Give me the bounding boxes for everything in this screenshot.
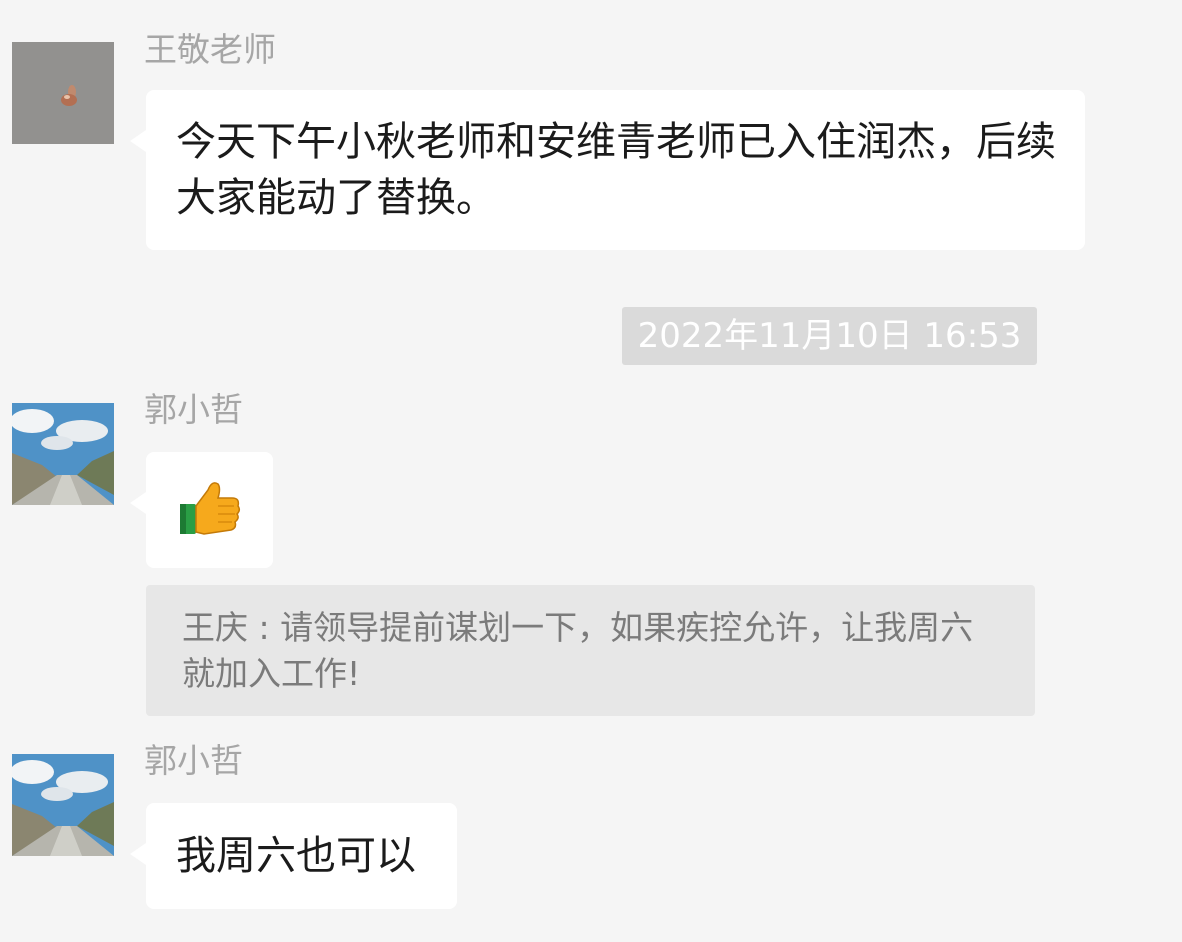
message-bubble[interactable] <box>130 452 273 568</box>
avatar[interactable] <box>12 403 114 505</box>
message-bubble[interactable]: 我周六也可以 <box>130 803 457 909</box>
thumbs-up-icon <box>180 482 241 535</box>
road-landscape-avatar-icon <box>12 754 114 856</box>
sender-name: 郭小哲 <box>144 741 243 780</box>
sender-name: 王敬老师 <box>144 30 276 69</box>
quote-text: 王庆 : 请领导提前谋划一下，如果疾控允许，让我周六就加入工作! <box>182 608 974 693</box>
message-text: 今天下午小秋老师和安维青老师已入住润杰，后续大家能动了替换。 <box>176 119 1056 221</box>
avatar[interactable] <box>12 754 114 856</box>
avatar[interactable] <box>12 42 114 144</box>
message-bubble[interactable]: 今天下午小秋老师和安维青老师已入住润杰，后续大家能动了替换。 <box>130 90 1085 250</box>
timestamp: 2022年11月10日 16:53 <box>622 307 1037 365</box>
close-up-avatar-icon <box>12 42 114 144</box>
message-text: 我周六也可以 <box>176 833 416 879</box>
sender-name: 郭小哲 <box>144 390 243 429</box>
quoted-message[interactable]: 王庆 : 请领导提前谋划一下，如果疾控允许，让我周六就加入工作! <box>146 585 1035 716</box>
road-landscape-avatar-icon <box>12 403 114 505</box>
